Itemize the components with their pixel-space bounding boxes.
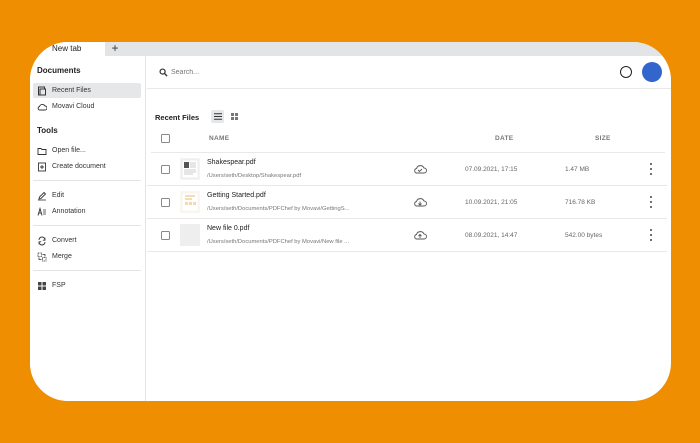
main-panel: Recent Files NAME DATE SIZE Shakespear.p… xyxy=(147,56,671,401)
sidebar-divider xyxy=(33,270,141,271)
select-all-checkbox[interactable] xyxy=(161,134,170,143)
create-document-icon xyxy=(37,162,47,172)
recent-files-icon xyxy=(37,86,47,96)
cloud-download-icon[interactable] xyxy=(413,196,427,208)
convert-icon xyxy=(37,236,47,246)
app-window: New tab + Documents Recent Files Movavi … xyxy=(30,42,671,401)
sidebar-item-open-file[interactable]: Open file... xyxy=(33,143,141,158)
file-date: 10.09.2021, 21:05 xyxy=(465,199,518,206)
add-tab-button[interactable]: + xyxy=(109,42,121,56)
sidebar: Documents Recent Files Movavi Cloud Tool… xyxy=(30,56,146,401)
more-options-icon[interactable] xyxy=(649,196,653,208)
file-path: /Users/seth/Documents/PDFChef by Movavi/… xyxy=(207,239,350,245)
annotation-icon xyxy=(37,206,47,217)
sidebar-item-label: Movavi Cloud xyxy=(52,103,95,110)
file-name: Shakespear.pdf xyxy=(207,159,256,166)
sidebar-item-label: Create document xyxy=(52,163,106,170)
sidebar-item-edit[interactable]: Edit xyxy=(33,188,141,203)
search-icon xyxy=(159,68,168,77)
list-view-icon xyxy=(213,113,222,120)
search-bar xyxy=(147,56,671,89)
sidebar-item-label: Recent Files xyxy=(52,87,91,94)
row-checkbox[interactable] xyxy=(161,231,170,240)
sidebar-item-convert[interactable]: Convert xyxy=(33,233,141,248)
file-path: /Users/seth/Documents/PDFChef by Movavi/… xyxy=(207,206,350,212)
file-date: 08.09.2021, 14:47 xyxy=(465,232,518,239)
tab-bar: New tab + xyxy=(30,42,671,56)
sync-status-icon[interactable] xyxy=(620,66,632,78)
tools-section-title: Tools xyxy=(37,126,58,135)
grid-view-icon xyxy=(231,113,238,120)
table-row[interactable]: Shakespear.pdf /Users/seth/Desktop/Shake… xyxy=(147,153,667,186)
search-input[interactable] xyxy=(171,66,371,79)
grid-view-button[interactable] xyxy=(229,111,240,122)
file-size: 1.47 MB xyxy=(565,166,590,173)
file-size: 542.00 bytes xyxy=(565,232,603,239)
page-title: Recent Files xyxy=(155,113,200,122)
more-options-icon[interactable] xyxy=(649,229,653,241)
sidebar-item-annotation[interactable]: Annotation xyxy=(33,204,141,219)
row-checkbox[interactable] xyxy=(161,165,170,174)
file-path: /Users/seth/Desktop/Shakespear.pdf xyxy=(207,173,302,179)
tab-new[interactable]: New tab xyxy=(30,42,105,56)
sidebar-item-merge[interactable]: Merge xyxy=(33,249,141,264)
sidebar-item-recent-files[interactable]: Recent Files xyxy=(33,83,141,98)
file-name: New file 0.pdf xyxy=(207,225,250,232)
sidebar-divider xyxy=(33,180,141,181)
sidebar-item-label: FSP xyxy=(52,282,66,289)
row-checkbox[interactable] xyxy=(161,198,170,207)
edit-icon xyxy=(37,191,47,201)
column-header-name[interactable]: NAME xyxy=(209,135,229,142)
documents-section-title: Documents xyxy=(37,66,81,75)
sidebar-item-label: Edit xyxy=(52,192,65,199)
sidebar-item-movavi-cloud[interactable]: Movavi Cloud xyxy=(33,99,141,114)
folder-icon xyxy=(37,146,47,156)
merge-icon xyxy=(37,252,47,262)
cloud-upload-icon[interactable] xyxy=(413,229,427,241)
column-header-size[interactable]: SIZE xyxy=(595,135,611,142)
grid-icon xyxy=(37,281,47,291)
file-size: 716.78 KB xyxy=(565,199,596,206)
sidebar-item-label: Annotation xyxy=(52,208,86,215)
sidebar-item-label: Open file... xyxy=(52,147,86,154)
sidebar-item-fsp[interactable]: FSP xyxy=(33,278,141,293)
more-options-icon[interactable] xyxy=(649,163,653,175)
cloud-synced-icon[interactable] xyxy=(413,163,427,175)
file-thumbnail xyxy=(180,224,200,246)
column-header-date[interactable]: DATE xyxy=(495,135,513,142)
table-row[interactable]: New file 0.pdf /Users/seth/Documents/PDF… xyxy=(147,219,667,252)
sidebar-item-label: Convert xyxy=(52,237,77,244)
file-thumbnail xyxy=(180,158,200,180)
file-date: 07.09.2021, 17:15 xyxy=(465,166,518,173)
sidebar-divider xyxy=(33,225,141,226)
list-view-button[interactable] xyxy=(211,110,224,123)
avatar[interactable] xyxy=(642,62,662,82)
cloud-icon xyxy=(37,102,47,112)
file-name: Getting Started.pdf xyxy=(207,192,266,199)
sidebar-item-label: Merge xyxy=(52,253,72,260)
file-thumbnail xyxy=(180,191,200,213)
sidebar-item-create-document[interactable]: Create document xyxy=(33,159,141,174)
table-row[interactable]: Getting Started.pdf /Users/seth/Document… xyxy=(147,186,667,219)
